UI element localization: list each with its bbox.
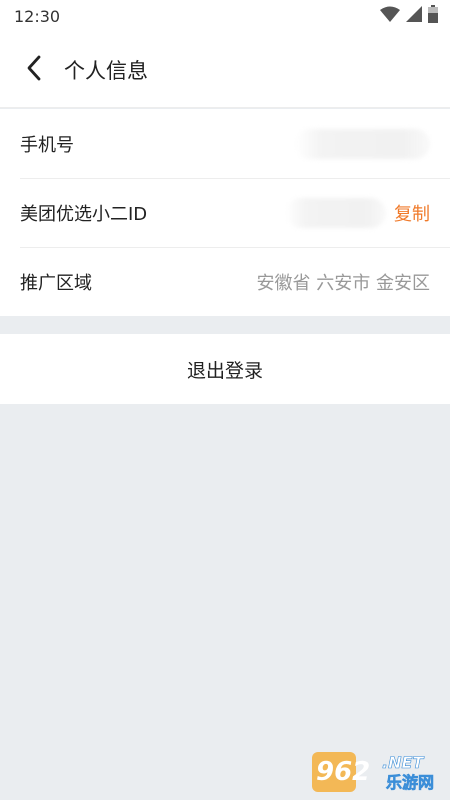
chevron-left-icon [26,55,42,85]
worker-id-value-redacted [286,197,386,228]
copy-button[interactable]: 复制 [394,200,430,226]
row-divider [20,178,450,179]
watermark-logo: 962 .NET 乐游网 [312,748,442,794]
wifi-icon [380,6,400,26]
region-label: 推广区域 [20,272,92,294]
worker-id-row: 美团优选小二ID 复制 [0,178,450,247]
page-header: 个人信息 [0,32,450,108]
region-value: 安徽省 六安市 金安区 [256,272,430,294]
watermark-number: 962 [316,757,370,787]
phone-value-container [295,128,430,159]
status-icons [380,5,438,27]
status-bar: 12:30 [0,0,450,32]
status-time: 12:30 [14,6,61,26]
watermark-suffix: .NET [382,753,424,772]
info-list: 手机号 美团优选小二ID 复制 推广区域 安徽省 六安市 金安区 [0,109,450,316]
phone-value-redacted [295,128,430,159]
watermark-cn: 乐游网 [386,773,434,792]
row-divider [20,247,450,248]
worker-id-value-container: 复制 [286,197,430,228]
battery-icon [428,5,438,27]
back-button[interactable] [6,32,62,108]
signal-icon [406,6,422,26]
logout-label: 退出登录 [186,359,263,382]
worker-id-label: 美团优选小二ID [20,203,148,225]
phone-row: 手机号 [0,109,450,178]
region-row: 推广区域 安徽省 六安市 金安区 [0,247,450,316]
page-title: 个人信息 [64,58,148,83]
phone-label: 手机号 [20,134,74,156]
logout-button[interactable]: 退出登录 [0,334,450,404]
